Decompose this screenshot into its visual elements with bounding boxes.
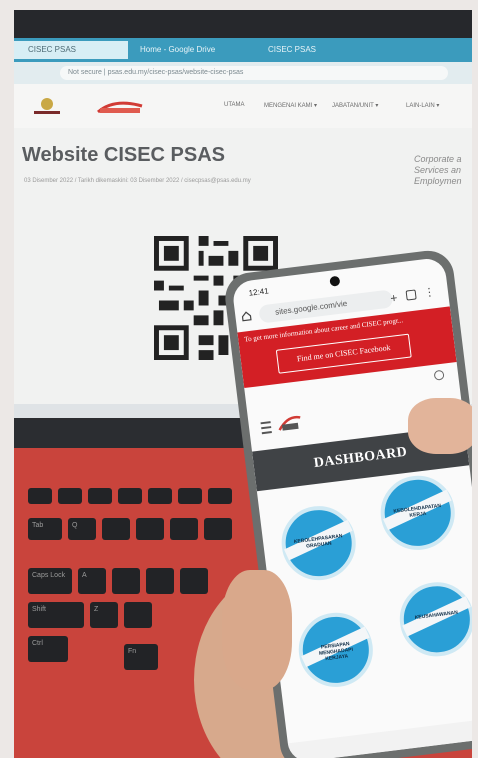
pointing-finger xyxy=(408,398,472,454)
badge-kebolehpasaran[interactable]: KEBOLEHPASARAN GRADUAN xyxy=(277,501,360,585)
hamburger-menu-icon[interactable] xyxy=(260,421,272,435)
badge-keusahawanan[interactable]: KEUSAHAWANAN xyxy=(395,578,472,661)
search-icon[interactable] xyxy=(433,369,445,381)
key-ctrl: Ctrl xyxy=(28,636,68,662)
key xyxy=(180,568,208,594)
key xyxy=(102,518,130,540)
key-a: A xyxy=(78,568,106,594)
badge-persiapan[interactable]: PERSIAPAN MENGHADAPI KERJAYA xyxy=(294,608,378,692)
politeknik-logo-icon xyxy=(97,101,143,114)
badge-label: KEBOLEHDAPATAN KERJA xyxy=(393,502,442,519)
tabs-icon[interactable] xyxy=(405,289,417,301)
camera-icon xyxy=(329,275,341,287)
menu-utama[interactable]: UTAMA xyxy=(224,102,245,108)
key xyxy=(28,488,52,504)
thumb xyxy=(222,570,292,690)
tab-drive[interactable]: Home - Google Drive xyxy=(126,41,258,59)
key xyxy=(148,488,172,504)
home-icon[interactable] xyxy=(241,311,252,322)
badge-label: PERSIAPAN MENGHADAPI KERJAYA xyxy=(318,641,354,663)
key xyxy=(58,488,82,504)
key-caps: Caps Lock xyxy=(28,568,72,594)
key xyxy=(178,488,202,504)
tab-cisec[interactable]: CISEC PSAS xyxy=(14,41,128,59)
address-bar: Not secure | psas.edu.my/cisec-psas/webs… xyxy=(14,62,472,84)
site-logo-icon xyxy=(278,415,301,431)
key xyxy=(170,518,198,540)
key-shift: Shift xyxy=(28,602,84,628)
key xyxy=(204,518,232,540)
clock: 12:41 xyxy=(248,286,270,298)
badge-label: KEBOLEHPASARAN GRADUAN xyxy=(293,533,343,550)
crest-logo-icon xyxy=(34,98,60,114)
tab-cisec-2[interactable]: CISEC PSAS xyxy=(254,41,368,59)
new-tab-icon[interactable]: + xyxy=(390,291,399,306)
key xyxy=(208,488,232,504)
sidebar-text: Corporate a Services an Employmen xyxy=(414,154,462,186)
key xyxy=(136,518,164,540)
badge-kebolehdapatan[interactable]: KEBOLEHDAPATAN KERJA xyxy=(376,471,459,555)
photo: CISEC PSAS Home - Google Drive CISEC PSA… xyxy=(14,10,472,758)
key xyxy=(146,568,174,594)
menu-mengenai[interactable]: MENGENAI KAMI ▾ xyxy=(264,102,317,109)
url-field[interactable]: Not secure | psas.edu.my/cisec-psas/webs… xyxy=(60,66,448,80)
post-meta: 03 Disember 2022 / Tarikh dikemaskini: 0… xyxy=(24,178,251,184)
url-prefix: Not secure xyxy=(68,69,102,76)
android-nav-bar xyxy=(287,717,472,758)
key-tab: Tab xyxy=(28,518,62,540)
key-z: Z xyxy=(90,602,118,628)
menu-lain[interactable]: LAIN-LAIN ▾ xyxy=(406,102,439,109)
key xyxy=(88,488,112,504)
key xyxy=(118,488,142,504)
site-navbar: UTAMA MENGENAI KAMI ▾ JABATAN/UNIT ▾ LAI… xyxy=(14,84,472,128)
key-q: Q xyxy=(68,518,96,540)
page-title: Website CISEC PSAS xyxy=(22,144,226,166)
key-fn: Fn xyxy=(124,644,158,670)
menu-dots-icon[interactable]: ⋮ xyxy=(423,285,435,299)
browser-tab-bar: CISEC PSAS Home - Google Drive CISEC PSA… xyxy=(14,38,472,62)
url-text: psas.edu.my/cisec-psas/website-cisec-psa… xyxy=(107,69,244,76)
facebook-button[interactable]: Find me on CISEC Facebook xyxy=(275,333,412,374)
menu-jabatan[interactable]: JABATAN/UNIT ▾ xyxy=(332,102,378,109)
key xyxy=(112,568,140,594)
key xyxy=(124,602,152,628)
